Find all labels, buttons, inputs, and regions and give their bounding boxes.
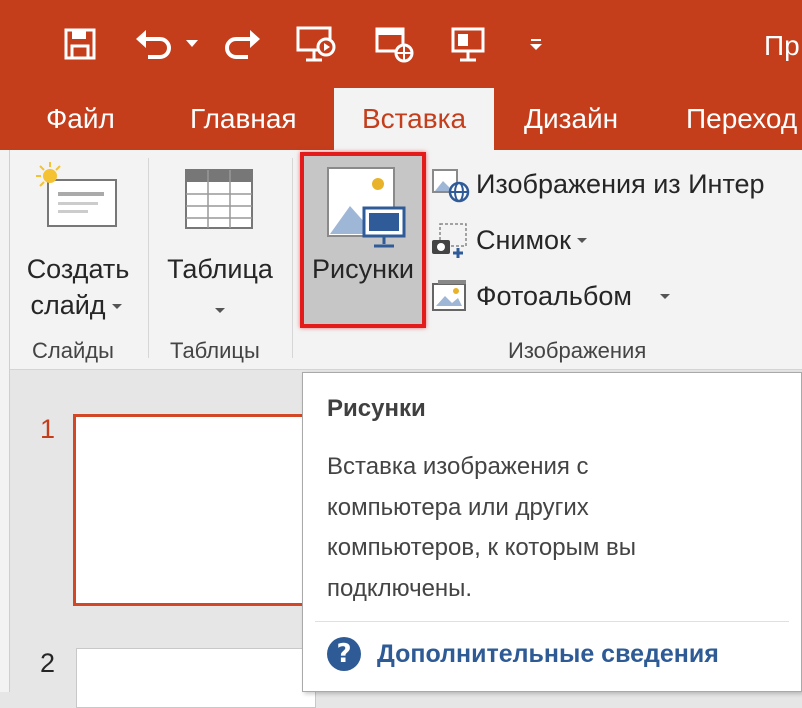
slideshow-icon [296,26,336,62]
monitor-button[interactable] [446,24,490,64]
new-slide-label-2-text: слайд [30,290,106,320]
pictures-button[interactable]: Рисунки [300,152,426,328]
tooltip-title: Рисунки [327,395,426,422]
online-pictures-button[interactable]: Изображения из Интер [430,162,765,206]
tab-design[interactable]: Дизайн [524,88,618,150]
slide-thumbnail-2[interactable] [76,648,316,708]
left-edge [0,150,10,692]
tab-transitions[interactable]: Переход [686,88,797,150]
online-pictures-icon [432,169,470,203]
slide-number-1: 1 [40,414,56,444]
pictures-label: Рисунки [312,254,414,284]
screenshot-label: Снимок [476,224,571,255]
customize-qat-button[interactable] [524,24,548,64]
undo-button[interactable] [130,24,178,64]
chevron-down-icon [576,237,587,243]
table-button[interactable]: Таблица [158,160,282,330]
tell-me-more-label: Дополнительные сведения [377,639,719,668]
customize-dropdown-icon [530,39,542,50]
screenshot-button[interactable]: Снимок [430,218,587,262]
chevron-down-icon [215,302,225,320]
group-divider [148,158,149,358]
screenshot-icon [432,223,467,258]
new-slide-label-2: слайд [26,286,126,324]
save-icon [64,28,96,60]
help-icon: ? [327,637,361,671]
present-online-button[interactable] [370,24,418,64]
table-label: Таблица [167,254,273,284]
chevron-down-icon [111,304,122,310]
group-label-images: Изображения [508,338,647,363]
group-label-tables: Таблицы [170,338,260,363]
tooltip-line: подключены. [327,574,473,602]
start-slideshow-button[interactable] [290,24,342,64]
group-divider [292,158,293,358]
tooltip-line: компьютера или других [327,493,589,521]
undo-dropdown[interactable] [182,24,202,64]
undo-dropdown-icon [186,40,198,47]
present-online-icon [375,27,414,63]
photo-album-button[interactable]: Фотоальбом [430,274,670,318]
save-button[interactable] [58,24,102,64]
tooltip-description: Вставка изображения с компьютера или дру… [327,447,767,609]
new-slide-button[interactable]: Создать слайд [22,160,142,330]
slide-number-2: 2 [40,648,56,678]
new-slide-icon [36,162,117,227]
pictures-tooltip: Рисунки Вставка изображения с компьютера… [302,372,802,692]
window-edge [0,0,10,150]
online-pictures-label: Изображения из Интер [476,168,765,199]
tab-home[interactable]: Главная [190,88,297,150]
tooltip-line: Вставка изображения с [327,453,589,480]
tab-file[interactable]: Файл [46,88,115,150]
tell-me-more-link[interactable]: ? Дополнительные сведения [327,637,719,671]
photo-album-label: Фотоальбом [476,280,632,311]
new-slide-label-1: Создать [26,254,130,284]
redo-icon [225,30,260,59]
tooltip-divider [315,621,789,622]
monitor-icon [451,27,485,62]
undo-icon [136,30,171,59]
table-icon [185,169,253,229]
redo-button[interactable] [218,24,266,64]
group-label-slides: Слайды [32,338,114,363]
slide-thumbnail-1[interactable] [73,414,313,606]
chevron-down-icon [659,293,670,299]
tooltip-line: компьютеров, к которым вы [327,534,637,561]
window-title: Пр [764,30,800,61]
tab-insert[interactable]: Вставка [334,88,495,150]
pictures-icon [327,167,406,248]
photo-album-icon [432,280,466,311]
table-dropdown-caret [215,308,225,314]
